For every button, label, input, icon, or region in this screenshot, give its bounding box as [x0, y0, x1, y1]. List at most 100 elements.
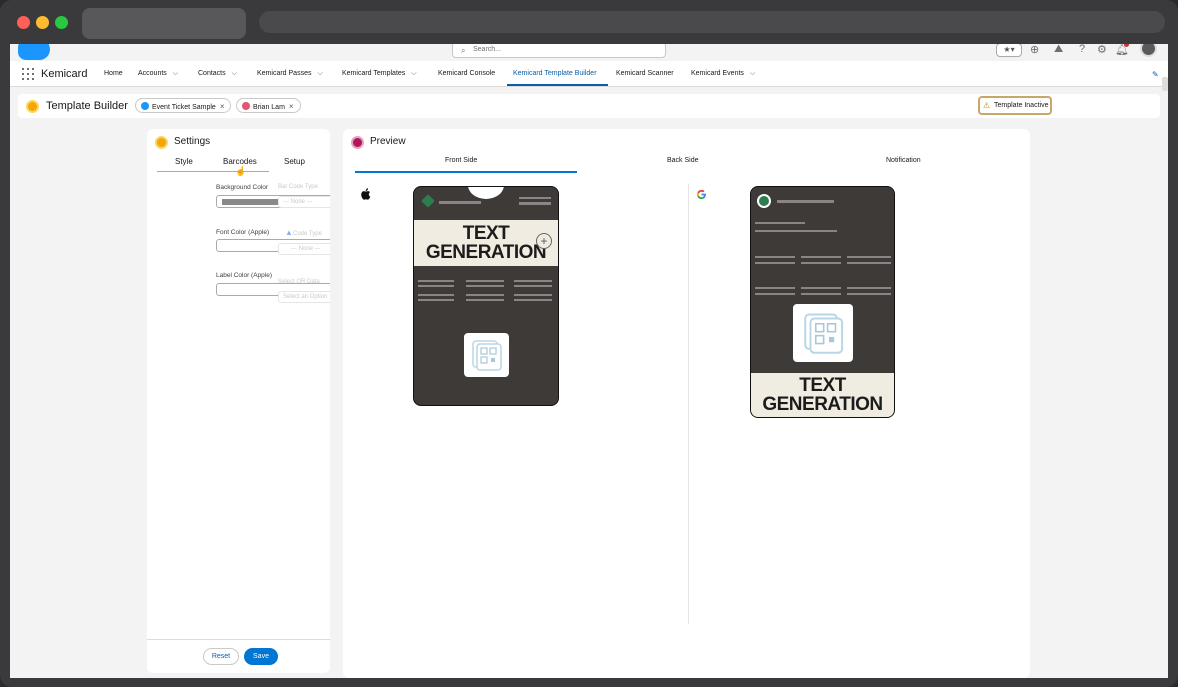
pass-field-bar: [418, 280, 454, 282]
preview-divider: [688, 184, 689, 624]
ghost-select-2: --- None ---: [278, 243, 330, 255]
nav-item-kemicard-console[interactable]: Kemicard Console: [438, 70, 495, 77]
apple-pass-preview: TEXT GENERATION +: [413, 186, 559, 406]
chevron-down-icon[interactable]: ⌵: [750, 70, 755, 77]
settings-title: Settings: [174, 136, 211, 147]
right-edge-scroll-tab[interactable]: [1162, 77, 1168, 91]
gear-icon[interactable]: ⚙: [1097, 44, 1107, 56]
minimize-window-button[interactable]: [36, 16, 49, 29]
edit-nav-pencil-icon[interactable]: ✎: [1152, 70, 1159, 79]
pass-field-bar: [755, 230, 837, 232]
app-nav-bar: Kemicard Home Accounts ⌵ Contacts ⌵ Kemica…: [10, 61, 1168, 87]
tab-back-side[interactable]: Back Side: [667, 157, 699, 164]
nav-item-contacts[interactable]: Contacts ⌵: [198, 70, 237, 78]
cursor-pointer-icon: ☝: [235, 166, 247, 176]
reset-button[interactable]: Reset: [203, 648, 239, 665]
settings-footer: Reset Save: [147, 639, 330, 673]
pass-field-bar: [514, 280, 552, 282]
tab-barcodes[interactable]: Barcodes: [223, 157, 257, 166]
banner-line-1: TEXT: [799, 375, 846, 396]
close-window-button[interactable]: [17, 16, 30, 29]
pass-header-bar: [777, 200, 834, 203]
ghost-warning-icon: ▲: [285, 228, 293, 237]
save-button[interactable]: Save: [244, 648, 278, 665]
pass-field-bar: [755, 293, 795, 295]
pass-logo-icon: [421, 194, 435, 208]
tab-style[interactable]: Style: [175, 157, 193, 166]
pass-header-bar: [519, 202, 551, 205]
template-pill-label: Event Ticket Sample: [152, 104, 216, 111]
pass-banner: TEXT GENERATION: [751, 373, 894, 417]
chevron-down-icon[interactable]: ⌵: [411, 70, 416, 77]
qr-code-icon: [464, 333, 509, 377]
pass-field-bar: [466, 285, 504, 287]
google-icon: [696, 189, 706, 200]
nav-item-kemicard-passes[interactable]: Kemicard Passes ⌵: [257, 70, 323, 78]
nav-item-kemicard-events[interactable]: Kemicard Events ⌵: [691, 70, 755, 78]
avatar[interactable]: [1140, 44, 1157, 57]
tab-setup[interactable]: Setup: [284, 157, 305, 166]
pass-field-bar: [801, 262, 841, 264]
template-pill[interactable]: Event Ticket Sample ×: [135, 98, 232, 113]
banner-line-2: GENERATION: [762, 394, 883, 415]
browser-window: ⌕ Search... ★▾ ⊕ ⛰ ? ⚙ 🔔︎ Kemicard Home …: [0, 0, 1178, 687]
tab-underline: [157, 171, 269, 172]
nav-item-kemicard-templates[interactable]: Kemicard Templates ⌵: [342, 70, 417, 78]
salesforce-logo[interactable]: [18, 44, 50, 60]
browser-tab[interactable]: [82, 8, 246, 39]
warning-icon: ⚠: [983, 101, 991, 110]
pass-field-bar: [418, 294, 454, 296]
pass-field-bar: [466, 299, 504, 301]
globe-icon: [141, 102, 149, 110]
trailhead-icon[interactable]: ⛰: [1054, 44, 1063, 56]
help-icon[interactable]: ?: [1079, 44, 1085, 55]
pass-field-bar: [755, 256, 795, 258]
preview-icon: [351, 136, 364, 149]
chevron-down-icon[interactable]: ⌵: [232, 70, 237, 77]
ghost-select-1: --- None ---: [278, 196, 330, 208]
chevron-down-icon[interactable]: ⌵: [317, 70, 322, 77]
contact-pill-label: Brian Lam: [253, 104, 285, 111]
maximize-window-button[interactable]: [55, 16, 68, 29]
label-color-label: Label Color (Apple): [216, 272, 273, 279]
chevron-down-icon[interactable]: ⌵: [173, 70, 178, 77]
app-launcher-icon[interactable]: [22, 68, 34, 80]
background-color-label: Background Color: [216, 184, 269, 191]
close-icon[interactable]: ×: [289, 102, 294, 111]
contact-icon: [242, 102, 250, 110]
nav-item-kemicard-scanner[interactable]: Kemicard Scanner: [616, 70, 674, 77]
pass-field-bar: [847, 293, 891, 295]
pass-field-bar: [801, 293, 841, 295]
nav-item-accounts[interactable]: Accounts ⌵: [138, 70, 178, 78]
nav-item-home[interactable]: Home: [104, 70, 123, 77]
pass-field-bar: [466, 294, 504, 296]
pass-field-bar: [847, 287, 891, 289]
pass-field-bar: [801, 287, 841, 289]
pass-field-bar: [801, 256, 841, 258]
banner-line-2: GENERATION: [425, 242, 547, 263]
salesforce-page: ⌕ Search... ★▾ ⊕ ⛰ ? ⚙ 🔔︎ Kemicard Home …: [10, 44, 1168, 678]
ghost-select-qr: Select QR Data: [278, 279, 320, 285]
address-bar[interactable]: [259, 11, 1165, 33]
pass-field-bar: [755, 222, 805, 224]
tab-front-side[interactable]: Front Side: [445, 157, 477, 164]
preview-title: Preview: [370, 136, 406, 147]
add-icon[interactable]: ⊕: [1030, 44, 1039, 56]
search-placeholder: Search...: [473, 46, 502, 53]
apple-icon: [361, 188, 371, 200]
pass-banner: TEXT GENERATION +: [414, 220, 558, 266]
pass-field-bar: [755, 262, 795, 264]
add-icon[interactable]: +: [536, 233, 552, 249]
tab-notification[interactable]: Notification: [886, 157, 921, 164]
global-search-input[interactable]: ⌕ Search...: [452, 44, 666, 58]
contact-pill[interactable]: Brian Lam ×: [236, 98, 301, 113]
nav-item-kemicard-template-builder[interactable]: Kemicard Template Builder: [513, 70, 597, 77]
active-tab-indicator: [355, 171, 577, 173]
ghost-bar-code-type: Bar Code Type: [278, 184, 318, 190]
template-builder-icon: [26, 100, 39, 113]
close-icon[interactable]: ×: [220, 102, 225, 111]
pass-field-bar: [514, 285, 552, 287]
settings-icon: [155, 136, 168, 149]
favorites-star-icon[interactable]: ★▾: [996, 44, 1022, 57]
search-icon: ⌕: [461, 46, 466, 55]
